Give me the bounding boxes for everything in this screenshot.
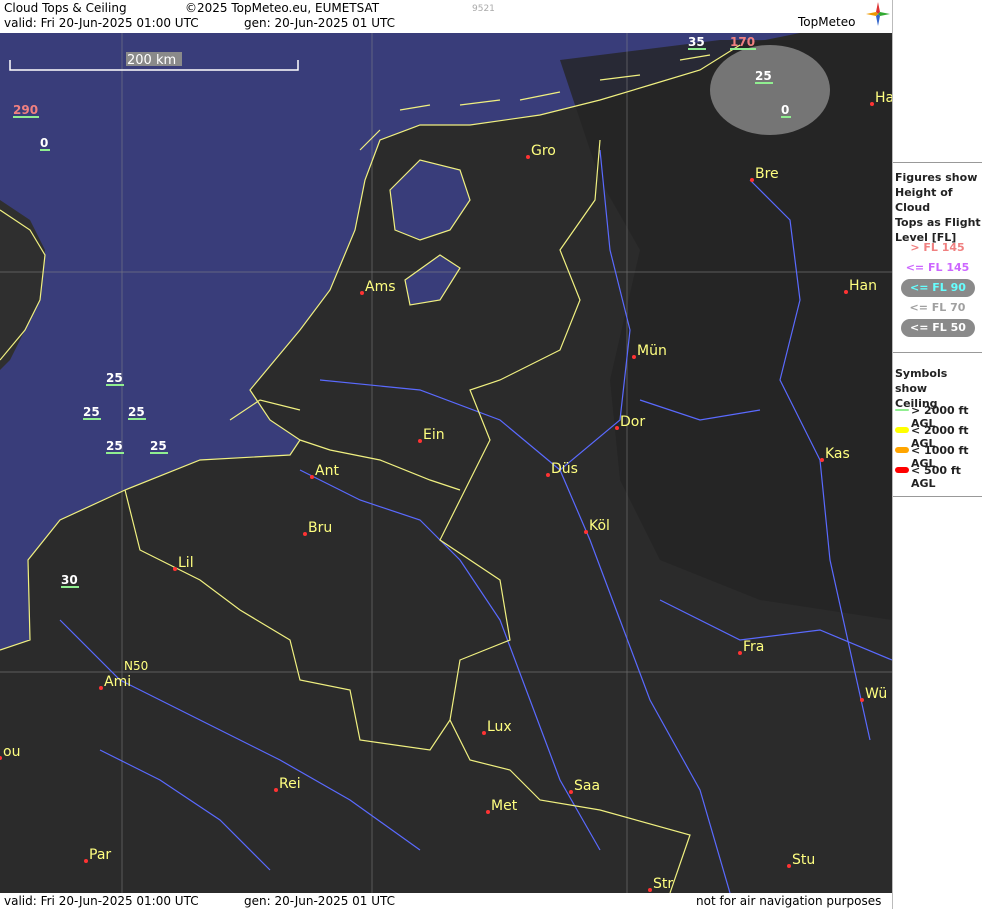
ceiling-symbol-red <box>895 467 909 473</box>
city-marker <box>569 790 573 794</box>
city-label: Köl <box>589 518 610 534</box>
cloud-top-value: 30 <box>61 573 78 587</box>
disclaimer: not for air navigation purposes <box>696 894 882 908</box>
city-marker <box>738 651 742 655</box>
cloud-top-value: 35 <box>688 35 705 49</box>
cloud-top-value: 25 <box>755 69 772 83</box>
city-label: Ein <box>423 427 445 443</box>
city-label: Stu <box>792 852 815 868</box>
city-label: ou <box>3 744 20 760</box>
city-marker <box>546 473 550 477</box>
city-marker <box>615 426 619 430</box>
city-label: Han <box>849 278 877 294</box>
city-marker <box>486 810 490 814</box>
city-marker <box>84 859 88 863</box>
legend-symbols-line: Symbols show <box>895 367 948 395</box>
city-marker <box>526 155 530 159</box>
city-label: Fra <box>743 639 764 655</box>
header-bar: Cloud Tops & Ceiling ©2025 TopMeteo.eu, … <box>0 0 892 33</box>
image-code: 9521 <box>472 4 495 14</box>
ceiling-symbol-green <box>895 409 909 411</box>
legend-level-le50: <= FL 50 <box>901 319 975 337</box>
city-label: Bre <box>755 166 779 182</box>
ceiling-symbol-yellow <box>895 427 909 433</box>
generated-time: gen: 20-Jun-2025 01 UTC <box>244 16 396 30</box>
city-label: Lil <box>178 555 194 571</box>
city-marker <box>303 532 307 536</box>
city-marker <box>274 788 278 792</box>
city-label: Mün <box>637 343 667 359</box>
city-marker <box>820 458 824 462</box>
ceiling-symbol-orange <box>895 447 909 453</box>
city-label: Str <box>653 876 673 892</box>
legend-divider <box>893 352 982 353</box>
cloud-top-value: 25 <box>150 439 167 453</box>
cloud-top-value: 25 <box>106 439 123 453</box>
legend-divider <box>893 496 982 497</box>
city-label: Met <box>491 798 518 814</box>
city-label: Bru <box>308 520 332 536</box>
legend-level-le70: <= FL 70 <box>909 301 966 314</box>
legend-title-line: Tops as Flight <box>895 216 981 229</box>
footer-bar: valid: Fri 20-Jun-2025 01:00 UTC gen: 20… <box>0 893 892 909</box>
scale-bar-label: 200 km <box>127 53 176 68</box>
city-marker <box>632 355 636 359</box>
legend-divider <box>893 162 982 163</box>
city-marker <box>310 475 314 479</box>
legend-level-gt145: > FL 145 <box>910 241 965 254</box>
city-marker <box>870 102 874 106</box>
cloud-top-value: 290 <box>13 103 38 117</box>
city-label: Rei <box>279 776 301 792</box>
ceiling-label: < 500 ft AGL <box>911 464 961 490</box>
legend-figures-title: Figures show Height of Cloud Tops as Fli… <box>895 170 983 245</box>
city-label: Kas <box>825 446 850 462</box>
compass-logo-icon <box>866 2 890 26</box>
legend-title-line: Height of Cloud <box>895 186 953 214</box>
topmeteo-logo: TopMeteo <box>798 15 856 29</box>
legend-panel: Figures show Height of Cloud Tops as Fli… <box>892 0 983 909</box>
cloud-top-value: 0 <box>40 136 48 150</box>
city-marker <box>648 888 652 892</box>
city-marker <box>173 567 177 571</box>
legend-level-le145: <= FL 145 <box>905 261 970 274</box>
cloud-top-value: 25 <box>83 405 100 419</box>
city-marker <box>787 864 791 868</box>
bright-cloud <box>710 45 830 135</box>
latitude-label: N50 <box>124 659 148 673</box>
city-label: Ami <box>104 674 131 690</box>
cloud-top-value: 25 <box>128 405 145 419</box>
cloud-top-value: 25 <box>106 371 123 385</box>
city-label: Wü <box>865 686 887 702</box>
city-label: Dor <box>620 414 645 430</box>
city-marker <box>584 530 588 534</box>
city-label: Ha <box>875 90 892 106</box>
city-marker <box>844 290 848 294</box>
city-label: Düs <box>551 461 578 477</box>
city-label: Ant <box>315 463 339 479</box>
city-label: Saa <box>574 778 600 794</box>
city-marker <box>360 291 364 295</box>
city-marker <box>860 698 864 702</box>
city-label: Lux <box>487 719 512 735</box>
cloud-top-value: 170 <box>730 35 755 49</box>
city-marker <box>418 439 422 443</box>
legend-level-le90: <= FL 90 <box>901 279 975 297</box>
map-title: Cloud Tops & Ceiling <box>4 1 127 15</box>
cloud-top-value: 0 <box>781 103 789 117</box>
footer-generated-time: gen: 20-Jun-2025 01 UTC <box>244 894 396 908</box>
satellite-map[interactable]: 200 km N50 Gro Bre Ha Ams Han Mün Dor Ein Ant Düs… <box>0 33 892 893</box>
footer-valid-time: valid: Fri 20-Jun-2025 01:00 UTC <box>4 894 199 908</box>
city-marker <box>99 686 103 690</box>
legend-title-line: Figures show <box>895 171 978 184</box>
valid-time: valid: Fri 20-Jun-2025 01:00 UTC <box>4 16 199 30</box>
city-label: Gro <box>531 143 556 159</box>
copyright: ©2025 TopMeteo.eu, EUMETSAT <box>185 1 380 15</box>
city-marker <box>750 178 754 182</box>
city-marker <box>482 731 486 735</box>
city-label: Par <box>89 847 111 863</box>
city-label: Ams <box>365 279 396 295</box>
